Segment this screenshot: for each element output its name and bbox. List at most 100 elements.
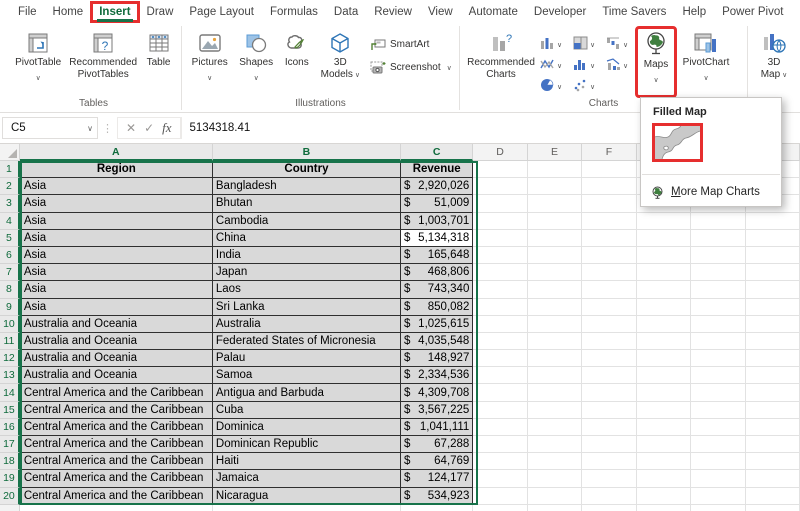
empty-cell[interactable] (745, 229, 800, 247)
cell-C20[interactable]: $534,923 (401, 487, 474, 505)
row-header-10[interactable]: 10 (0, 315, 20, 333)
enter-icon[interactable]: ✓ (144, 121, 154, 135)
empty-cell[interactable] (527, 332, 583, 351)
screenshot-button[interactable]: Screenshot ∨ (370, 57, 455, 78)
empty-cell[interactable] (527, 298, 583, 316)
empty-cell[interactable] (636, 246, 692, 265)
histogram-chart-button[interactable] (571, 53, 604, 74)
empty-cell[interactable] (527, 195, 583, 213)
tab-draw[interactable]: Draw (139, 2, 182, 22)
empty-cell[interactable] (582, 332, 637, 351)
cell-A5[interactable]: Asia (19, 229, 213, 247)
cell-C12[interactable]: $148,927 (401, 350, 474, 368)
empty-cell[interactable] (582, 298, 637, 316)
row-header-1[interactable]: 1 (0, 161, 20, 179)
empty-cell[interactable] (691, 212, 746, 230)
empty-cell[interactable] (745, 315, 800, 333)
tab-home[interactable]: Home (45, 2, 92, 22)
empty-cell[interactable] (691, 281, 746, 299)
row-header-21[interactable] (0, 504, 20, 511)
smartart-button[interactable]: SmartArt (370, 34, 455, 55)
cell-A7[interactable]: Asia (19, 264, 213, 282)
cell-C15[interactable]: $3,567,225 (401, 401, 474, 419)
filled-map-option[interactable] (652, 123, 703, 162)
column-header-F[interactable]: F (582, 144, 637, 161)
cell-A3[interactable]: Asia (19, 195, 213, 213)
tab-view[interactable]: View (420, 2, 461, 22)
empty-cell[interactable] (691, 350, 746, 368)
more-map-charts-item[interactable]: More Map Charts (641, 180, 781, 204)
waterfall-chart-button[interactable] (604, 32, 637, 53)
empty-cell[interactable] (745, 212, 800, 230)
empty-cell[interactable] (691, 384, 746, 402)
empty-cell[interactable] (636, 384, 692, 402)
empty-cell[interactable] (582, 470, 637, 488)
empty-cell[interactable] (691, 246, 746, 265)
empty-cell[interactable] (582, 281, 637, 299)
empty-cell[interactable] (527, 264, 583, 282)
tab-file[interactable]: File (10, 2, 45, 22)
cell-C13[interactable]: $2,334,536 (401, 367, 474, 385)
treemap-chart-button[interactable] (571, 32, 604, 53)
cell-A17[interactable]: Central America and the Caribbean (19, 436, 213, 454)
empty-cell[interactable] (636, 350, 692, 368)
empty-cell[interactable] (527, 487, 583, 505)
empty-cell[interactable] (636, 281, 692, 299)
empty-cell[interactable] (636, 332, 692, 351)
tab-power-pivot[interactable]: Power Pivot (714, 2, 791, 22)
cell-B7[interactable]: Japan (212, 264, 402, 282)
column-header-E[interactable]: E (527, 144, 583, 161)
name-box[interactable]: C5 ∨ (2, 117, 98, 139)
empty-cell[interactable] (636, 487, 692, 505)
empty-cell[interactable] (745, 487, 800, 505)
empty-cell[interactable] (527, 281, 583, 299)
empty-cell[interactable] (636, 470, 692, 488)
recommended-pivottables-button[interactable]: ? Recommended PivotTables (66, 28, 140, 96)
empty-cell[interactable] (527, 212, 583, 230)
cell-C18[interactable]: $64,769 (401, 453, 474, 471)
cell-A11[interactable]: Australia and Oceania (19, 332, 213, 351)
empty-cell[interactable] (636, 453, 692, 471)
cell-B16[interactable]: Dominica (212, 418, 402, 436)
pie-chart-button[interactable] (538, 74, 571, 95)
empty-cell[interactable] (473, 212, 528, 230)
cell-A10[interactable]: Australia and Oceania (19, 315, 213, 333)
empty-cell[interactable] (473, 246, 528, 265)
cell-B14[interactable]: Antigua and Barbuda (212, 384, 402, 402)
empty-cell[interactable] (745, 436, 800, 454)
column-header-A[interactable]: A (19, 144, 213, 161)
empty-cell[interactable] (473, 453, 528, 471)
tab-insert[interactable]: Insert (90, 1, 140, 23)
cell-B10[interactable]: Australia (212, 315, 402, 333)
cell-B20[interactable]: Nicaragua (212, 487, 402, 505)
empty-cell[interactable] (582, 487, 637, 505)
row-header-2[interactable]: 2 (0, 178, 20, 196)
empty-cell[interactable] (691, 487, 746, 505)
empty-cell[interactable] (527, 436, 583, 454)
empty-cell[interactable] (582, 350, 637, 368)
tab-automate[interactable]: Automate (461, 2, 526, 22)
empty-cell[interactable] (582, 161, 637, 179)
row-header-15[interactable]: 15 (0, 401, 20, 419)
empty-cell[interactable] (691, 453, 746, 471)
empty-cell[interactable] (582, 504, 637, 511)
cell-B13[interactable]: Samoa (212, 367, 402, 385)
empty-cell[interactable] (636, 315, 692, 333)
empty-cell[interactable] (473, 264, 528, 282)
maps-button[interactable]: Maps (635, 26, 677, 98)
empty-cell[interactable] (473, 332, 528, 351)
tab-time-savers[interactable]: Time Savers (594, 2, 674, 22)
row-header-8[interactable]: 8 (0, 281, 20, 299)
cell-C17[interactable]: $67,288 (401, 436, 474, 454)
empty-cell[interactable] (527, 418, 583, 436)
cell-B15[interactable]: Cuba (212, 401, 402, 419)
tab-help[interactable]: Help (674, 2, 714, 22)
empty-cell[interactable] (745, 298, 800, 316)
table-button[interactable]: Table (140, 28, 177, 96)
cell-C10[interactable]: $1,025,615 (401, 315, 474, 333)
empty-cell[interactable] (745, 367, 800, 385)
icons-button[interactable]: Icons (279, 28, 315, 96)
empty-cell[interactable] (582, 315, 637, 333)
cell-C8[interactable]: $743,340 (401, 281, 474, 299)
empty-cell[interactable] (473, 178, 528, 196)
